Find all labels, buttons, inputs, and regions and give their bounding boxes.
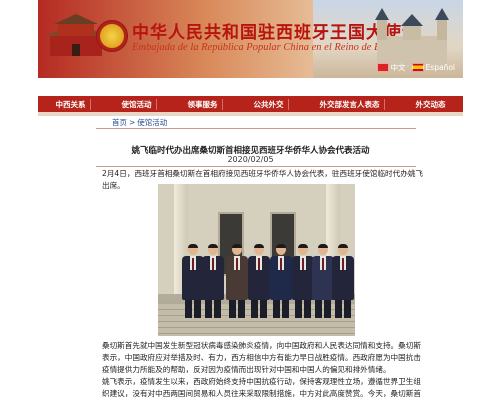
photo-person xyxy=(202,244,224,318)
photo-person xyxy=(332,244,354,318)
breadcrumb-current[interactable]: 使馆活动 xyxy=(137,118,167,127)
china-flag-icon xyxy=(376,62,389,72)
nav-item-consular[interactable]: 领事服务 xyxy=(184,98,223,110)
page: 中华人民共和国驻西班牙王国大使馆 Embajada de la Repúblic… xyxy=(0,0,502,400)
lang-chinese[interactable]: 中文 xyxy=(376,62,406,73)
lang-spanish[interactable]: Español xyxy=(411,62,455,72)
page-frame: 中华人民共和国驻西班牙王国大使馆 Embajada de la Repúblic… xyxy=(38,0,463,400)
nav-item-relations[interactable]: 中西关系 xyxy=(52,98,91,110)
photo-person xyxy=(226,244,248,318)
spain-flag-icon xyxy=(411,62,424,72)
divider xyxy=(96,128,416,129)
nav-subbar xyxy=(38,112,463,116)
article-paragraph: 姚飞表示，疫情发生以来，西政府始终支持中国抗疫行动，保持客观理性立场，遵循世界卫… xyxy=(102,377,421,398)
nav-item-embassy-activities[interactable]: 使馆活动 xyxy=(118,98,157,110)
photo-person xyxy=(248,244,270,318)
divider xyxy=(96,166,416,167)
nav-item-public-diplomacy[interactable]: 公共外交 xyxy=(250,98,289,110)
breadcrumb-separator: > xyxy=(129,118,136,127)
photo-person xyxy=(312,244,334,318)
photo-person xyxy=(182,244,204,318)
nav-item-spokesperson[interactable]: 外交部发言人表态 xyxy=(316,98,385,110)
main-nav: 中西关系 使馆活动 领事服务 公共外交 外交部发言人表态 外交动态 xyxy=(38,96,463,112)
header-banner: 中华人民共和国驻西班牙王国大使馆 Embajada de la Repúblic… xyxy=(38,0,463,78)
breadcrumb: 首页 > 使馆活动 xyxy=(112,117,167,128)
photo-person xyxy=(292,244,314,318)
language-switcher: 中文 Español xyxy=(376,60,455,74)
embassy-title-es: Embajada de la República Popular China e… xyxy=(132,42,406,53)
nav-item-diplomatic-news[interactable]: 外交动态 xyxy=(412,99,450,110)
article-photo xyxy=(158,184,355,336)
breadcrumb-home[interactable]: 首页 xyxy=(112,118,127,127)
photo-person xyxy=(270,244,292,318)
article-date: 2020/02/05 xyxy=(227,155,274,164)
national-emblem-icon xyxy=(96,20,128,52)
article-paragraph: 桑切斯首先就中国发生新型冠状病毒感染肺炎疫情，向中国政府和人民表达同情和支持。桑… xyxy=(102,341,421,374)
castle-image xyxy=(375,8,449,66)
